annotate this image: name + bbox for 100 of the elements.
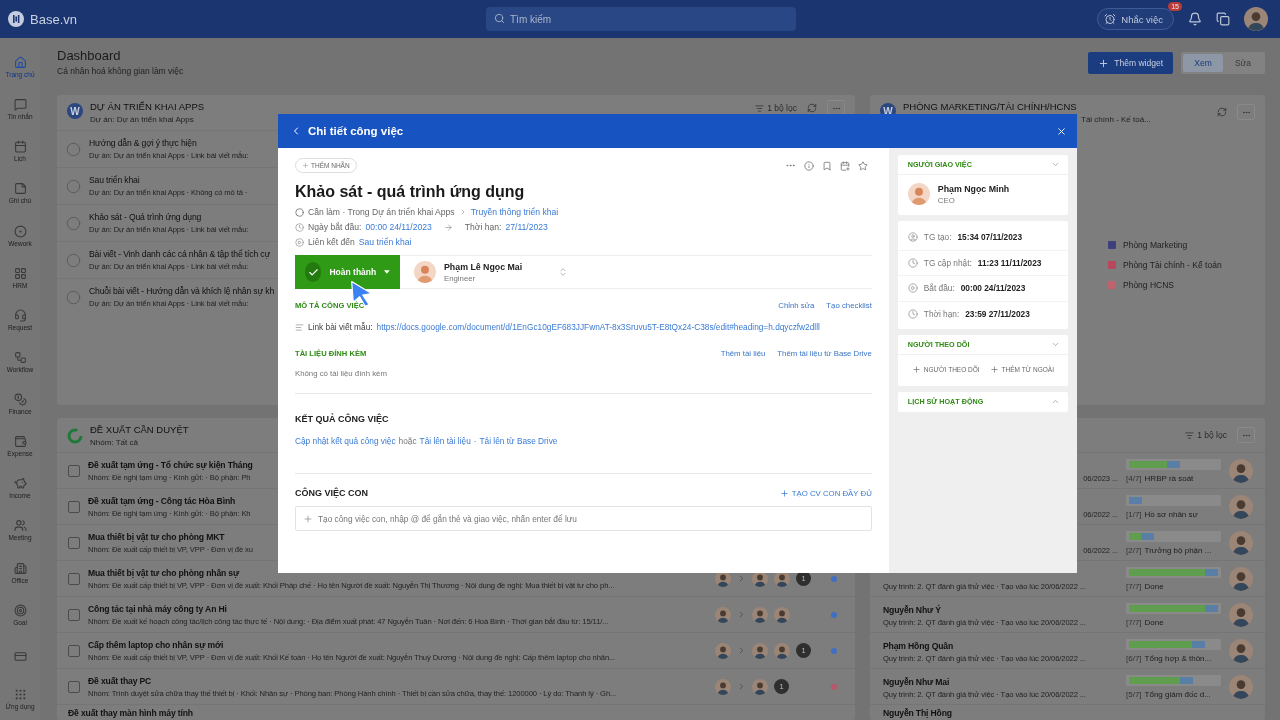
card-icon <box>13 650 27 664</box>
close-icon <box>1056 125 1067 137</box>
task-title[interactable]: Sau triển khai <box>89 175 248 185</box>
chevron-right-icon <box>737 646 746 655</box>
more-button[interactable] <box>1237 104 1255 120</box>
task-title[interactable]: Hướng dẫn & gợi ý thực hiện <box>89 138 249 148</box>
dialog-title: Chi tiết công việc <box>308 125 404 137</box>
star-icon[interactable] <box>857 160 868 171</box>
alarm-clock-icon <box>1104 13 1117 25</box>
avatar <box>715 642 731 659</box>
linked-label: Liên kết đến <box>308 237 355 247</box>
legend-label: Phòng HCNS <box>1123 280 1175 290</box>
search-field[interactable]: Tìm kiếm <box>486 7 796 31</box>
panel-subtitle: Nhóm: Tất cả <box>90 438 139 447</box>
plus-icon <box>779 488 789 498</box>
bell-icon[interactable] <box>1188 12 1202 26</box>
close-button[interactable] <box>1056 125 1067 137</box>
task-title[interactable]: Khảo sát - Quá trình ứng dụng <box>89 212 249 222</box>
caret-icon <box>384 270 390 274</box>
update-result-link[interactable]: Cập nhật kết quả công việc <box>295 436 396 446</box>
upload-link[interactable]: Tải lên tài liệu <box>419 436 471 446</box>
start-date[interactable]: 00:00 24/11/2023 <box>365 222 432 232</box>
task-title[interactable]: Chuỗi bài viết - Hướng dẫn và khích lệ nhân sự kh <box>89 286 275 296</box>
avatar <box>774 606 790 623</box>
sort-icon[interactable] <box>558 267 569 277</box>
calendar-icon[interactable] <box>839 160 850 171</box>
request-title[interactable]: Đề xuất thay màn hình máy tính <box>68 707 845 718</box>
request-title[interactable]: Cấp thêm laptop cho nhân sự mới <box>88 639 707 650</box>
avatar <box>1229 674 1253 699</box>
linked-task-link[interactable]: Sau triển khai <box>358 237 412 247</box>
refresh-icon[interactable] <box>1217 107 1227 117</box>
avatar <box>715 606 731 623</box>
checkbox[interactable] <box>68 572 80 585</box>
task-title[interactable]: Bài viết - Vinh danh các cá nhân & tập thể tích cự <box>89 249 271 259</box>
mode-tab[interactable]: Xem <box>1183 54 1223 72</box>
checkbox[interactable] <box>68 536 80 549</box>
add-widget-button[interactable]: Thêm widget <box>1088 52 1173 74</box>
step-label: [7/7] Done <box>1126 617 1165 627</box>
avatar <box>1229 566 1253 591</box>
logo-icon <box>8 11 24 27</box>
text-icon <box>295 322 304 332</box>
info-icon[interactable] <box>803 160 814 171</box>
search-icon <box>494 13 505 24</box>
request-title[interactable]: Công tác tại nhà máy công ty An Hi <box>88 603 707 614</box>
avatar <box>907 183 930 205</box>
filter-button[interactable]: 1 bộ lọc <box>1185 430 1227 440</box>
checkbox[interactable] <box>68 644 80 657</box>
reminder-button[interactable]: Nhắc việc <box>1097 8 1174 30</box>
or-text: hoặc <box>398 436 417 446</box>
step-label: [2/7] Trưởng bộ phận ... <box>1126 545 1213 555</box>
windows-icon[interactable] <box>1216 12 1230 26</box>
step-label: [6/7] Tổng hợp & thôn... <box>1126 653 1213 663</box>
bookmark-icon[interactable] <box>821 160 832 171</box>
house-icon <box>13 56 27 70</box>
plus-icon <box>302 162 309 169</box>
play-icon <box>295 237 304 247</box>
time-value: 23:59 27/11/2023 <box>965 308 1030 319</box>
avatar <box>752 606 768 623</box>
refresh-icon[interactable] <box>807 103 817 113</box>
avatar <box>1229 602 1253 627</box>
avatar <box>414 261 436 283</box>
subtask-input[interactable]: Tạo công việc con, nhập @ để gắn thẻ và giao việc, nhấn enter để lưu <box>295 506 872 531</box>
plus-icon <box>989 365 999 374</box>
checkbox[interactable] <box>68 464 80 477</box>
chevron-right-icon <box>737 574 746 583</box>
calendar-icon <box>13 140 27 154</box>
legend-label: Phòng Marketing <box>1123 240 1188 250</box>
assigner-name: Phạm Ngọc Minh <box>937 183 1010 194</box>
coins-icon <box>13 393 27 407</box>
section-heading: KẾT QUẢ CÔNG VIỆC <box>295 414 389 424</box>
status-text: Cần làm · Trong Dự án triển khai Apps <box>308 207 455 217</box>
more-button[interactable] <box>1237 427 1255 443</box>
note-icon <box>13 182 27 196</box>
document-link[interactable]: https://docs.google.com/document/d/1EnGc10gEF683JJFwnAT-8x3Sruvu5T-E8tQx24-C38s/edit#heading=h.dqyczfw2dlll <box>376 322 820 332</box>
due-date[interactable]: 27/11/2023 <box>505 222 548 232</box>
time-label: Bắt đầu: <box>923 283 955 294</box>
employee-name[interactable]: Nguyễn Như Mai <box>883 677 950 687</box>
chevron-icon <box>1051 160 1060 169</box>
status-circle-icon <box>66 289 81 305</box>
status-button[interactable]: Hoàn thành <box>295 255 400 289</box>
checkbox[interactable] <box>68 500 80 513</box>
user-icon <box>907 231 918 242</box>
status-circle-icon <box>66 252 81 268</box>
due-label: Thời hạn: <box>464 222 502 232</box>
employee-name[interactable]: Phạm Hồng Quân <box>883 641 953 651</box>
status-circle-icon <box>66 178 81 194</box>
drive-upload-link[interactable]: Tải lên từ Base Drive <box>479 436 558 446</box>
circle-icon <box>13 224 27 238</box>
time-value: 15:34 07/11/2023 <box>957 231 1023 242</box>
employee-name[interactable]: Nguyễn Như Ý <box>883 605 941 615</box>
list-link[interactable]: Truyền thông triển khai <box>470 207 559 217</box>
description-label: Link bài viết mẫu: <box>308 322 373 332</box>
status-circle-icon <box>295 207 304 217</box>
section-heading: CÔNG VIỆC CON <box>295 488 368 498</box>
request-title[interactable]: Đề xuất thay PC <box>88 675 707 686</box>
checkbox[interactable] <box>68 680 80 693</box>
checkbox[interactable] <box>68 608 80 621</box>
filter-button[interactable]: 1 bộ lọc <box>755 103 797 113</box>
employee-name[interactable]: Nguyễn Thị Hồng <box>883 708 952 718</box>
panel-title: PHÒNG MARKETING/TÀI CHÍNH/HCNS <box>903 101 1078 112</box>
